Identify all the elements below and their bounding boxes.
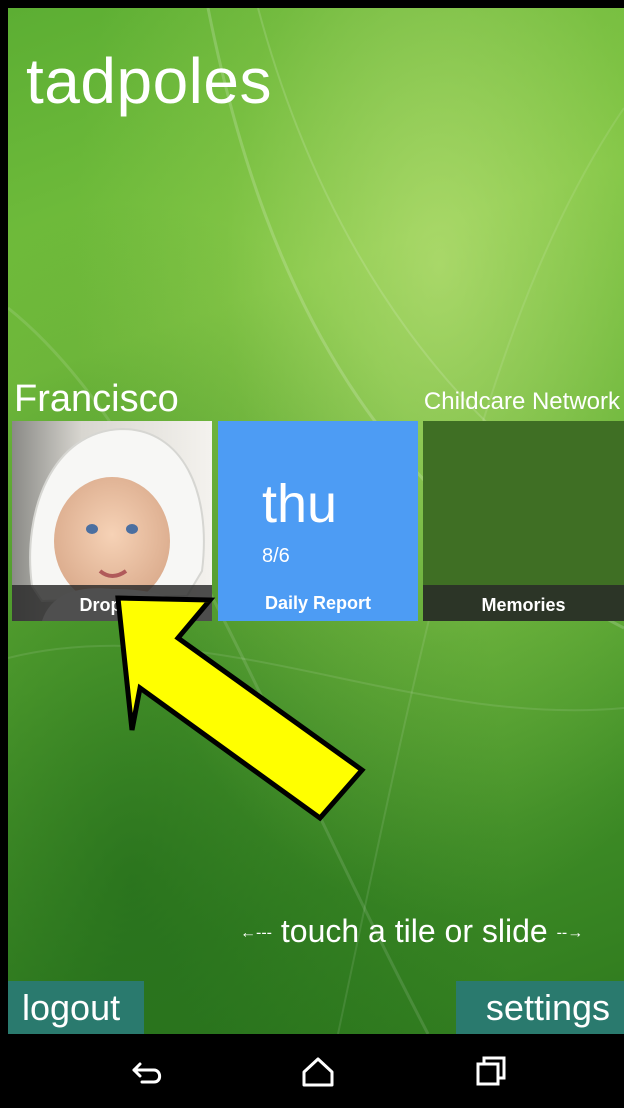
report-date: 8/6	[262, 545, 290, 567]
network-name: Childcare Network	[423, 388, 620, 415]
back-icon[interactable]	[128, 1052, 168, 1092]
tile-memories[interactable]: Memories	[423, 421, 624, 621]
app-screen: tadpoles Francisco Childcare Network Dro…	[8, 8, 624, 1034]
system-navbar	[0, 1034, 624, 1108]
recents-icon[interactable]	[470, 1052, 510, 1092]
tile-memories-label: Memories	[423, 585, 624, 621]
child-name[interactable]: Francisco	[14, 378, 179, 421]
home-icon[interactable]	[298, 1052, 338, 1092]
left-arrow-icon: ←---	[240, 924, 272, 942]
tile-daily-report[interactable]: thu 8/6 Daily Report	[218, 421, 418, 621]
tile-dropoff[interactable]: Dropoff	[12, 421, 212, 621]
right-arrow-icon: --→	[556, 924, 584, 942]
report-day: thu	[262, 474, 338, 534]
device-frame: tadpoles Francisco Childcare Network Dro…	[0, 0, 624, 1108]
tile-daily-report-label: Daily Report	[264, 593, 372, 613]
swipe-hint: ←--- touch a tile or slide --→	[240, 913, 583, 950]
hint-text: touch a tile or slide	[280, 913, 548, 949]
app-title: tadpoles	[26, 45, 272, 117]
settings-button[interactable]: settings	[456, 981, 624, 1034]
logout-button[interactable]: logout	[8, 981, 144, 1034]
tile-dropoff-label: Dropoff	[12, 585, 212, 621]
